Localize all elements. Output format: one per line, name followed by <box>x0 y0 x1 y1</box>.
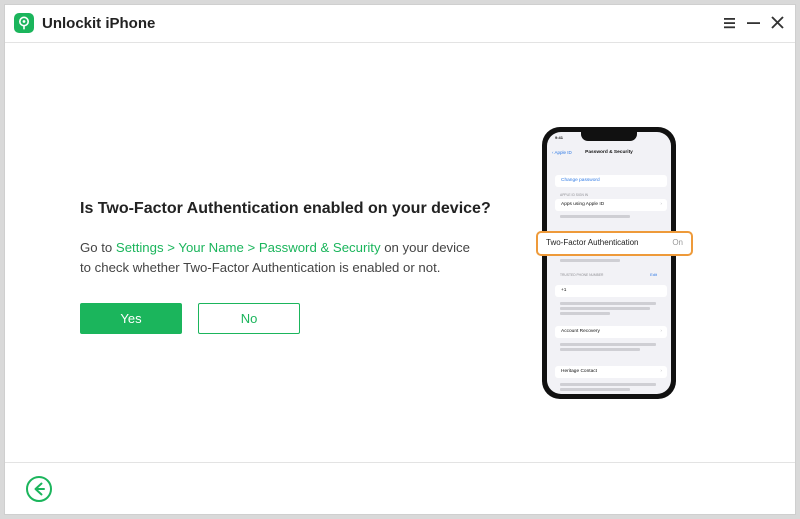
no-button[interactable]: No <box>198 303 300 334</box>
yes-button[interactable]: Yes <box>80 303 182 334</box>
instructions-prefix: Go to <box>80 240 116 255</box>
phone-screen: 9:41 ‹ Apple ID Password & Security Chan… <box>547 132 671 394</box>
heritage-contact-label: Heritage Contact <box>561 369 597 374</box>
instructions-text: Go to Settings > Your Name > Password & … <box>80 238 480 278</box>
apps-using-apple-id-cell: Apps using Apple ID › <box>555 199 667 211</box>
phone-nav-title: Password & Security <box>585 150 633 155</box>
footnote-line <box>560 307 650 310</box>
back-arrow-icon[interactable] <box>25 475 53 503</box>
app-logo-icon <box>14 13 34 33</box>
account-recovery-label: Account Recovery <box>561 329 600 334</box>
change-password-cell: Change password <box>555 175 667 187</box>
footer-bar <box>5 462 795 514</box>
apps-using-apple-id-label: Apps using Apple ID <box>561 202 605 207</box>
minimize-icon[interactable] <box>745 14 763 32</box>
app-window: Unlockit iPhone Is Two-Factor Authentica… <box>4 4 796 515</box>
close-icon[interactable] <box>769 14 787 32</box>
app-title: Unlockit iPhone <box>42 15 156 32</box>
footnote-line <box>560 302 656 305</box>
phone-illustration: 9:41 ‹ Apple ID Password & Security Chan… <box>542 127 676 399</box>
question-heading: Is Two-Factor Authentication enabled on … <box>80 200 491 217</box>
footnote-line <box>560 388 630 391</box>
footnote-line <box>560 343 656 346</box>
trusted-numbers-label: TRUSTED PHONE NUMBER <box>560 273 604 277</box>
status-time: 9:41 <box>555 135 564 140</box>
menu-icon[interactable] <box>721 14 739 32</box>
two-factor-status: On <box>672 238 683 247</box>
chevron-right-icon: › <box>660 369 662 374</box>
footnote-line <box>560 259 620 262</box>
two-factor-highlight: Two-Factor Authentication On <box>536 231 693 256</box>
footnote-line <box>560 312 610 315</box>
two-factor-label: Two-Factor Authentication <box>546 238 639 247</box>
footnote-line <box>560 348 640 351</box>
heritage-contact-cell: Heritage Contact › <box>555 366 667 378</box>
footnote-line <box>560 215 630 218</box>
account-recovery-cell: Account Recovery › <box>555 326 667 338</box>
settings-path: Settings > Your Name > Password & Securi… <box>115 240 381 255</box>
apple-id-section-label: APPLE ID SIGN IN <box>560 193 589 197</box>
change-password-label: Change password <box>561 178 600 183</box>
phone-number-label: +1 <box>561 288 567 293</box>
title-bar: Unlockit iPhone <box>5 5 795 43</box>
phone-number-cell: +1 <box>555 285 667 297</box>
chevron-right-icon: › <box>660 202 662 207</box>
phone-nav-bar: ‹ Apple ID Password & Security <box>547 149 671 159</box>
edit-link: Edit <box>650 272 657 277</box>
phone-notch <box>581 132 637 141</box>
chevron-right-icon: › <box>660 329 662 334</box>
footnote-line <box>560 383 656 386</box>
